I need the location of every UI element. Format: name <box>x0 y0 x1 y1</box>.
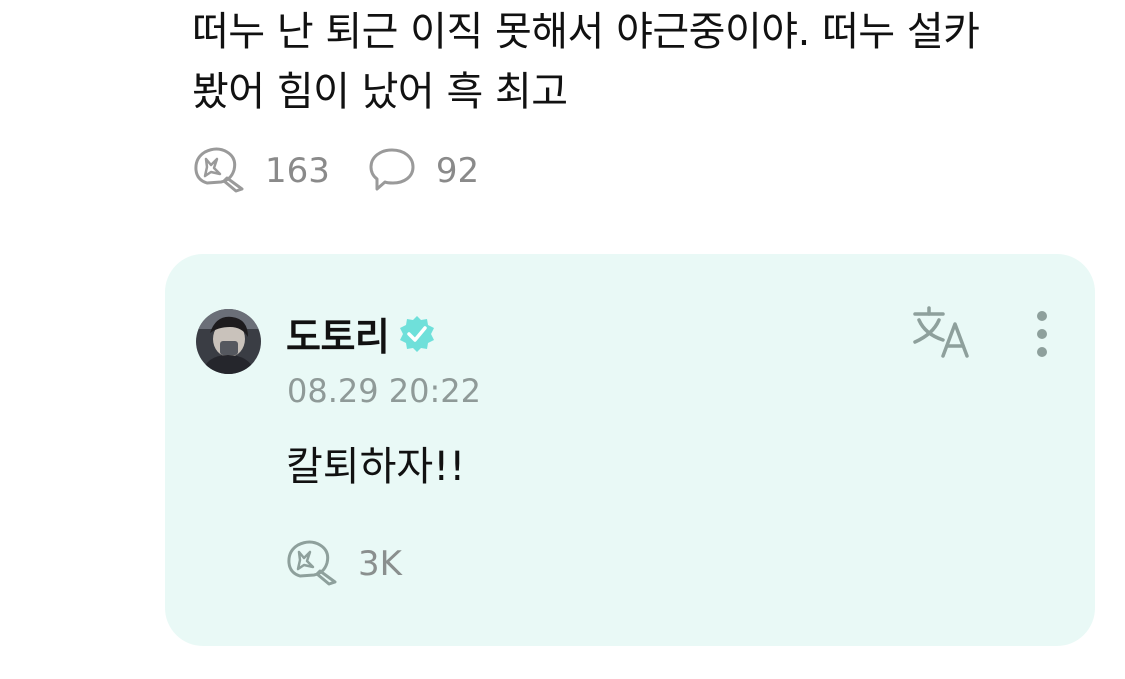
post-like-button[interactable]: 163 <box>193 145 330 197</box>
page: 떠누 난 퇴근 이직 못해서 야근중이야. 떠누 설카 봤어 힘이 났어 흑 최… <box>0 0 1125 679</box>
author-name[interactable]: 도토리 <box>286 306 390 361</box>
post-like-count: 163 <box>265 151 330 191</box>
post-comment-count: 92 <box>435 151 480 191</box>
post-text: 떠누 난 퇴근 이직 못해서 야근중이야. 떠누 설카 봤어 힘이 났어 흑 최… <box>192 2 1052 122</box>
translate-icon <box>909 306 975 364</box>
reply-card: 도토리 08.29 20:22 칼퇴하자!! 3K <box>165 254 1095 646</box>
avatar[interactable] <box>196 309 261 374</box>
author-row: 도토리 <box>286 306 437 361</box>
verified-badge-icon <box>397 314 437 354</box>
reply-like-button[interactable]: 3K <box>286 538 402 590</box>
comment-bubble-icon <box>368 146 416 196</box>
post-actions: 163 92 <box>193 146 479 196</box>
post-text-line-1: 떠누 난 퇴근 이직 못해서 야근중이야. 떠누 설카 <box>192 9 980 55</box>
reply-timestamp: 08.29 20:22 <box>287 372 481 410</box>
like-bubble-icon <box>286 538 338 590</box>
like-bubble-icon <box>193 145 245 197</box>
more-vertical-icon <box>1025 311 1059 366</box>
reply-like-count: 3K <box>358 544 402 584</box>
translate-button[interactable] <box>909 304 975 360</box>
reply-text: 칼퇴하자!! <box>286 444 466 490</box>
more-options-button[interactable] <box>1025 306 1059 362</box>
post-comment-button[interactable]: 92 <box>368 146 479 196</box>
post-text-line-2: 봤어 힘이 났어 흑 최고 <box>192 69 568 115</box>
